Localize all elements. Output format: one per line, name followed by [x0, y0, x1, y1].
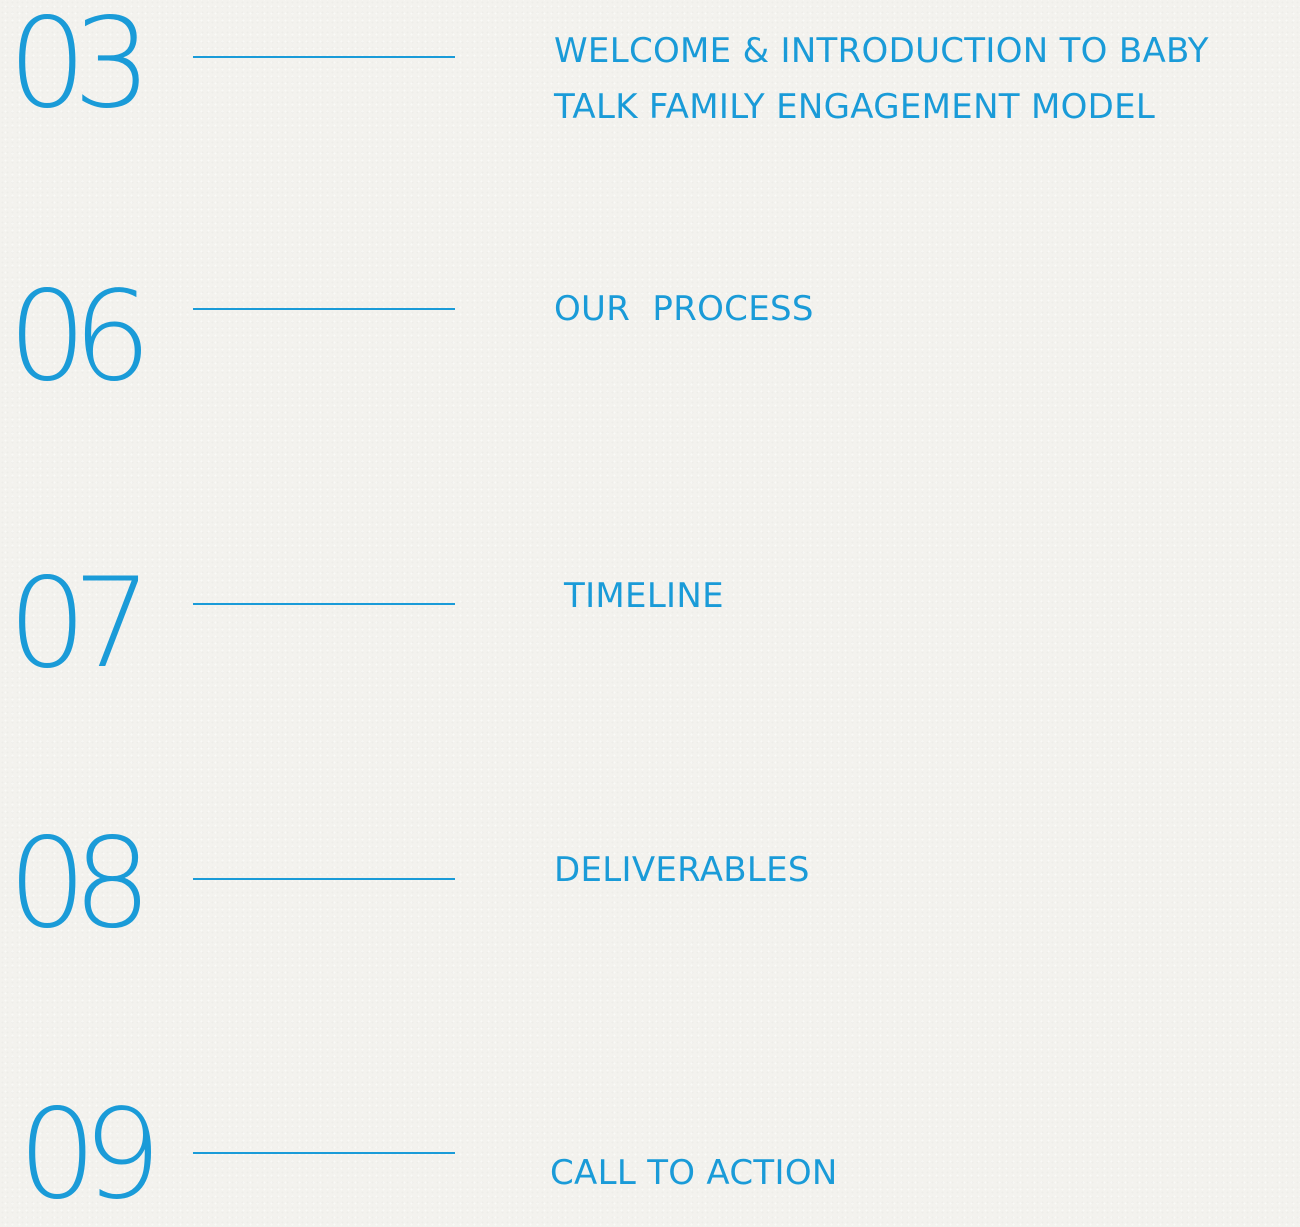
toc-section-title: OUR PROCESS	[554, 289, 814, 329]
toc-page-number: 08	[8, 812, 152, 956]
toc-divider-line	[193, 878, 455, 880]
toc-divider-line	[193, 1152, 455, 1154]
toc-divider-line	[193, 56, 455, 58]
toc-divider-line	[193, 308, 455, 310]
toc-page-number: 03	[8, 0, 152, 136]
toc-section-title: CALL TO ACTION	[550, 1153, 838, 1193]
toc-page-number: 07	[8, 552, 152, 696]
toc-page-number: 06	[8, 265, 152, 409]
toc-section-title: TIMELINE	[564, 576, 724, 616]
toc-section-title: DELIVERABLES	[554, 850, 810, 890]
toc-divider-line	[193, 603, 455, 605]
toc-section-title: WELCOME & INTRODUCTION TO BABY TALK FAMI…	[554, 31, 1209, 127]
toc-page-number: 09	[18, 1083, 162, 1227]
